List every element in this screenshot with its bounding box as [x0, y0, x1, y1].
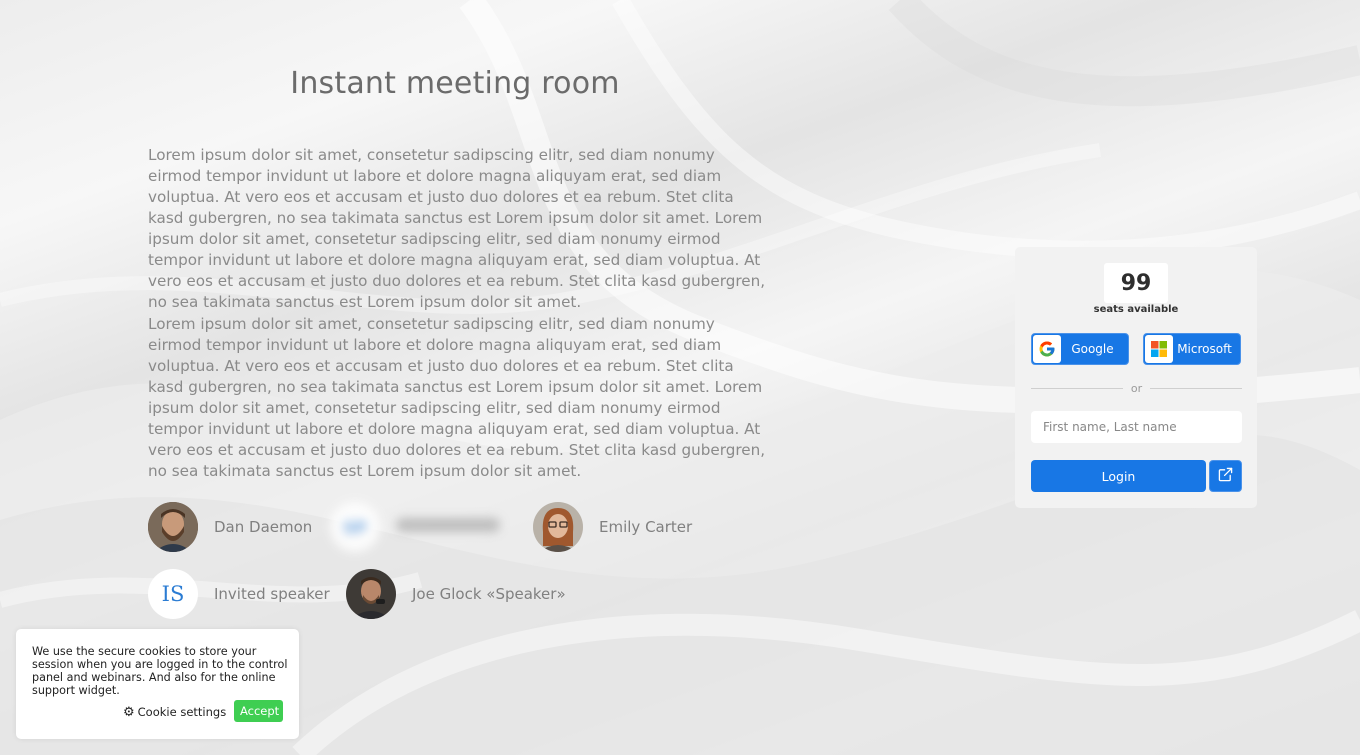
avatar — [346, 569, 396, 619]
microsoft-login-button[interactable]: Microsoft — [1143, 333, 1241, 365]
open-external-button[interactable] — [1209, 460, 1242, 492]
login-button[interactable]: Login — [1031, 460, 1206, 492]
google-login-button[interactable]: Google — [1031, 333, 1129, 365]
microsoft-label: Microsoft — [1177, 342, 1232, 356]
speaker-name: Joe Glock «Speaker» — [412, 585, 566, 603]
or-divider: or — [1031, 381, 1243, 395]
initials-avatar: IS — [148, 569, 198, 619]
gear-icon: ⚙ — [123, 704, 135, 720]
speaker-blurred: SP — [330, 502, 500, 552]
microsoft-icon — [1145, 335, 1173, 363]
speaker-name: Emily Carter — [599, 518, 693, 536]
cookie-text: We use the secure cookies to store your … — [32, 645, 288, 697]
google-icon — [1033, 335, 1061, 363]
speaker-name: Invited speaker — [214, 585, 330, 603]
description-paragraph-2: Lorem ipsum dolor sit amet, consetetur s… — [148, 315, 766, 480]
avatar — [148, 502, 198, 552]
speaker-name: Dan Daemon — [214, 518, 313, 536]
avatar — [533, 502, 583, 552]
avatar: SP — [330, 502, 380, 552]
name-input[interactable] — [1031, 411, 1242, 443]
cookie-settings-label: Cookie settings — [137, 705, 227, 719]
speaker-dan-daemon: Dan Daemon — [148, 502, 312, 552]
seats-label: seats available — [1093, 304, 1179, 315]
accept-button[interactable]: Accept — [234, 700, 283, 722]
cookie-banner: We use the secure cookies to store your … — [16, 629, 299, 739]
page-title: Instant meeting room — [290, 66, 620, 101]
google-label: Google — [1071, 342, 1114, 356]
speaker-emily-carter: Emily Carter — [533, 502, 692, 552]
seats-count: 99 — [1104, 263, 1168, 303]
speaker-name-blurred — [396, 518, 500, 536]
external-link-icon — [1218, 467, 1233, 486]
divider-line — [1150, 387, 1243, 389]
speaker-joe-glock: Joe Glock «Speaker» — [346, 569, 566, 619]
speaker-invited: IS Invited speaker — [148, 569, 330, 619]
cookie-settings-link[interactable]: ⚙ Cookie settings — [123, 705, 226, 719]
or-label: or — [1130, 381, 1143, 395]
login-panel: 99 seats available Google Microsoft or F… — [1015, 247, 1257, 508]
description-paragraph-1: Lorem ipsum dolor sit amet, consetetur s… — [148, 146, 766, 311]
divider-line — [1031, 387, 1123, 389]
